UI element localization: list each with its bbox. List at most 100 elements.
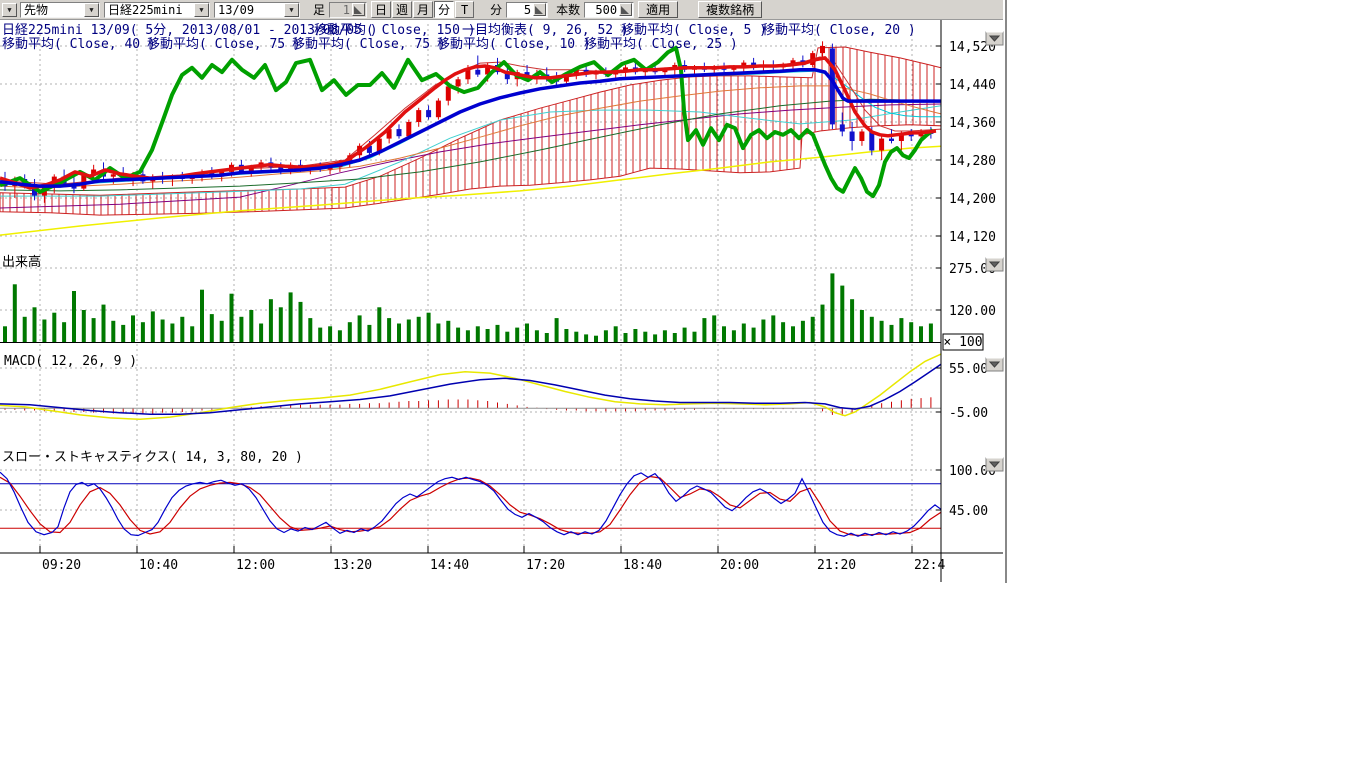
spinner-icon[interactable] (619, 3, 632, 16)
y-axis-label: 45.00 (949, 504, 988, 519)
y-axis-label: 120.00 (949, 304, 996, 319)
volume-bar (92, 318, 96, 342)
volume-bar (801, 321, 805, 343)
symbol-select-value: 日経225mini (105, 1, 194, 18)
volume-bar (515, 328, 519, 343)
volume-bar (899, 318, 903, 342)
volume-bar (850, 299, 854, 342)
x-axis-label: 21:20 (817, 558, 856, 573)
x-axis-label: 14:40 (430, 558, 469, 573)
candle-body (111, 174, 116, 176)
volume-bar (811, 317, 815, 343)
volume-bar (486, 329, 490, 343)
volume-bar (230, 294, 234, 343)
legend-ma75a: 移動平均( Close, 75 ) (147, 38, 301, 51)
volume-bar (23, 317, 27, 343)
volume-bar (387, 318, 391, 342)
legend-ma20: 移動平均( Close, 20 ) (762, 24, 916, 37)
x-axis-label: 09:20 (42, 558, 81, 573)
volume-bar (299, 302, 303, 343)
symbol-select[interactable]: 日経225mini ▼ (104, 2, 210, 18)
volume-bar (62, 322, 66, 342)
legend-ma40: 移動平均( Close, 40 ) (2, 38, 156, 51)
candle-body (850, 132, 855, 142)
chevron-down-icon[interactable]: ▼ (194, 3, 209, 17)
volume-bar (111, 321, 115, 343)
contract-month-value: 13/09 (215, 3, 284, 17)
apply-button[interactable]: 適用 (638, 1, 678, 18)
volume-bar (42, 320, 46, 343)
volume-bar (496, 325, 500, 343)
history-dropdown-button[interactable]: ▼ (2, 3, 17, 17)
volume-bar (525, 324, 529, 343)
volume-bar (821, 305, 825, 343)
minute-spinner[interactable]: 5 (506, 2, 548, 18)
volume-bar (358, 315, 362, 342)
volume-bar (436, 324, 440, 343)
volume-bar (693, 332, 697, 343)
candle-body (397, 129, 402, 136)
bar-count-label: 本数 (556, 1, 580, 18)
chevron-down-icon: ▼ (7, 6, 11, 14)
volume-bar (289, 292, 293, 342)
chevron-down-icon[interactable]: ▼ (84, 3, 99, 17)
volume-bar (456, 328, 460, 343)
candle-body (859, 132, 864, 142)
volume-bar (417, 317, 421, 343)
percent-d (0, 477, 941, 536)
spinner-icon[interactable] (533, 3, 546, 16)
volume-bar (33, 307, 37, 342)
volume-bar (239, 317, 243, 343)
chart-app-window: ▼ 先物 ▼ 日経225mini ▼ 13/09 ▼ 足 1 日 週 月 分 T… (0, 0, 1007, 583)
volume-bar (742, 324, 746, 343)
y-axis-label: 14,120 (949, 230, 996, 245)
bar-count-spinner[interactable]: 500 (584, 2, 634, 18)
volume-pane-label: 出来高 (2, 256, 41, 269)
volume-bar (781, 322, 785, 342)
volume-bar (752, 328, 756, 343)
volume-bar (121, 325, 125, 343)
candle-body (406, 122, 411, 136)
volume-bar (210, 314, 214, 343)
candle-body (446, 86, 451, 100)
percent-k (0, 472, 941, 536)
chart-canvas[interactable]: × 10014,52014,44014,36014,28014,20014,12… (0, 20, 1005, 583)
bar-interval-spinner[interactable]: 1 (329, 2, 367, 18)
volume-bar (860, 310, 864, 343)
volume-bar (594, 336, 598, 343)
chevron-down-icon[interactable]: ▼ (284, 3, 299, 17)
x-axis-label: 13:20 (333, 558, 372, 573)
market-select[interactable]: 先物 ▼ (20, 2, 100, 18)
volume-bar (830, 273, 834, 342)
volume-bar (545, 333, 549, 343)
spinner-icon[interactable] (352, 3, 365, 16)
bar-type-label: 足 (313, 1, 325, 18)
volume-bar (653, 334, 657, 342)
period-month-button[interactable]: 月 (413, 1, 433, 18)
legend-ma5: 移動平均( Close, 5 ) (621, 24, 767, 37)
volume-bar (909, 322, 913, 342)
multi-symbol-button[interactable]: 複数銘柄 (698, 1, 762, 18)
y-axis-label: 55.00 (949, 362, 988, 377)
volume-bar (584, 334, 588, 342)
volume-bar (614, 326, 618, 342)
period-week-button[interactable]: 週 (392, 1, 412, 18)
volume-bar (427, 313, 431, 343)
y-axis-label: -5.00 (949, 406, 988, 421)
x-axis-label: 18:40 (623, 558, 662, 573)
period-minute-button[interactable]: 分 (434, 1, 454, 18)
stochastics-pane-label: スロー・ストキャスティクス( 14, 3, 80, 20 ) (2, 451, 303, 464)
candle-body (456, 79, 461, 86)
contract-month-select[interactable]: 13/09 ▼ (214, 2, 300, 18)
y-axis-label: 14,200 (949, 192, 996, 207)
period-tick-button[interactable]: T (455, 1, 474, 18)
volume-bar (102, 305, 106, 343)
volume-bar (308, 318, 312, 342)
volume-bar (683, 328, 687, 343)
volume-bar (929, 324, 933, 343)
period-day-button[interactable]: 日 (371, 1, 391, 18)
volume-bar (131, 315, 135, 342)
volume-bar (505, 332, 509, 343)
volume-bar (407, 320, 411, 343)
y-axis-label: 14,440 (949, 78, 996, 93)
